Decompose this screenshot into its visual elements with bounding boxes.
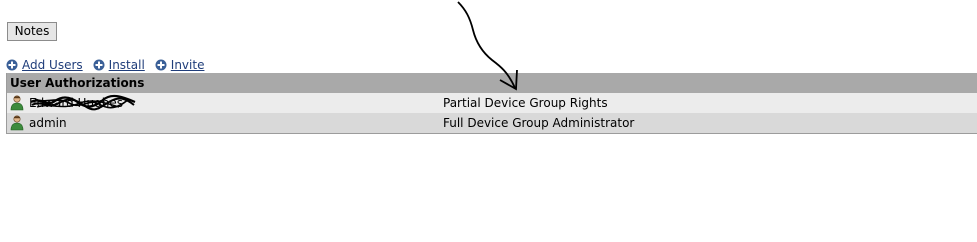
add-users-link[interactable]: Add Users [6,58,83,72]
invite-label: Invite [170,58,205,72]
user-icon [10,95,24,111]
action-links: Add Users Install Invite [6,57,214,73]
install-link[interactable]: Install [93,58,145,72]
table-row[interactable]: admin Full Device Group Administrator [7,113,977,133]
user-authorizations-table: User Authorizations Edward Hughes Partia… [6,73,977,134]
table-header: User Authorizations [7,73,977,93]
user-icon [10,115,24,131]
rights-cell: Partial Device Group Rights [443,96,608,110]
notes-button[interactable]: Notes [7,22,57,41]
table-row[interactable]: Edward Hughes Partial Device Group Right… [7,93,977,113]
user-name: admin [29,116,67,130]
invite-link[interactable]: Invite [155,58,205,72]
add-users-label: Add Users [22,58,83,72]
install-label: Install [108,58,145,72]
redaction-scribble [30,94,136,111]
plus-circle-icon [6,59,18,71]
plus-circle-icon [155,59,167,71]
rights-cell: Full Device Group Administrator [443,116,635,130]
plus-circle-icon [93,59,105,71]
